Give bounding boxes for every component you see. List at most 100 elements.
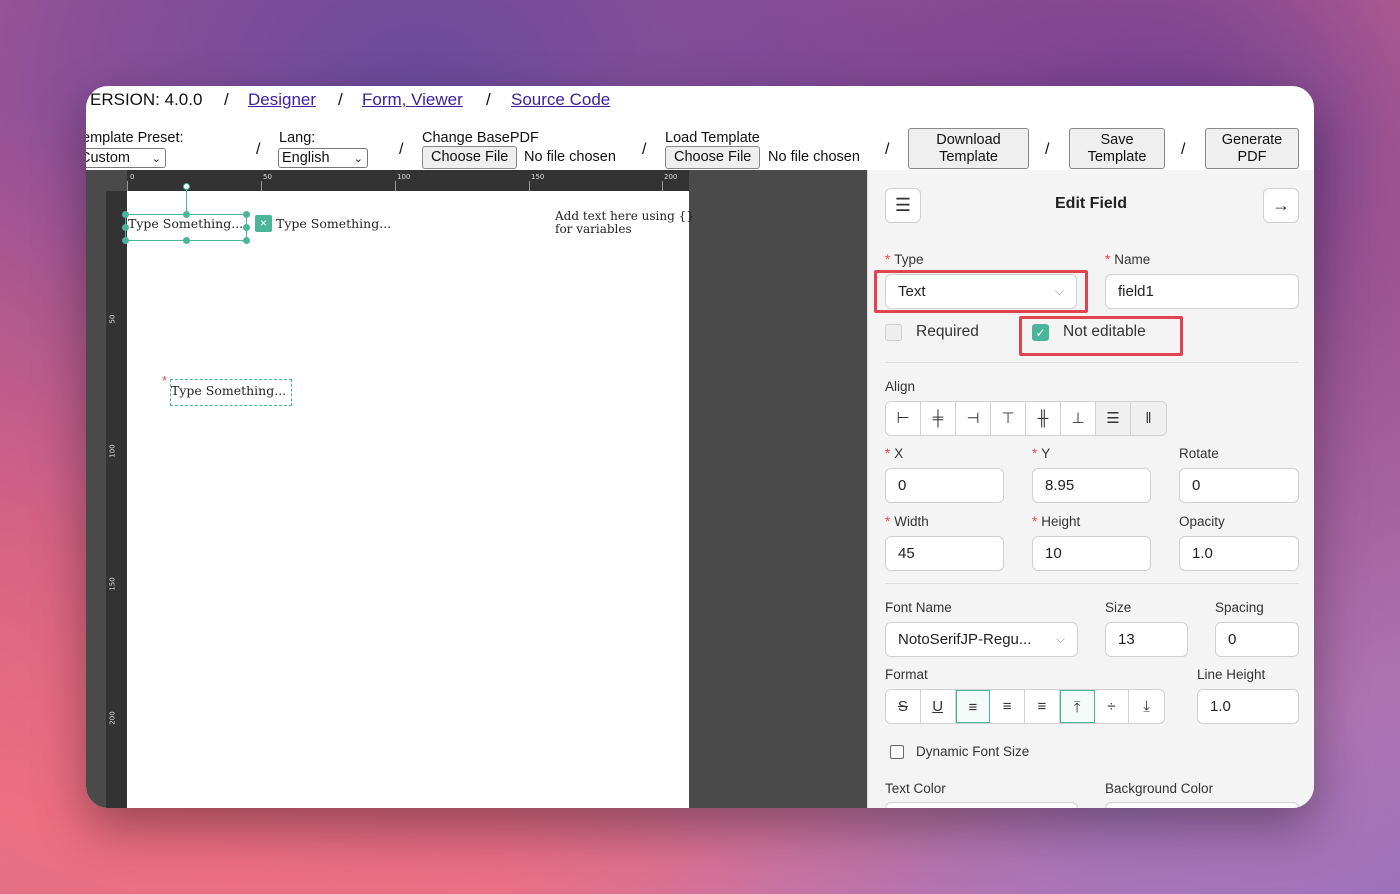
align-middle-vertical-icon[interactable]: ╫: [1026, 402, 1061, 435]
font-name-select[interactable]: NotoSerifJP-Regu... ⌵: [885, 622, 1078, 657]
spacing-label: Spacing: [1215, 600, 1264, 615]
ruler-tick: [662, 181, 663, 191]
text-color-picker[interactable]: [885, 802, 1078, 808]
resize-handle[interactable]: [243, 211, 250, 218]
basepdf-file-status: No file chosen: [524, 149, 616, 165]
opacity-input[interactable]: 1.0: [1179, 536, 1299, 571]
chevron-down-icon: ⌄: [151, 153, 161, 165]
ruler-top: 0 50 100 150 200: [127, 170, 689, 191]
format-label: Format: [885, 667, 928, 682]
vertical-align-middle-icon[interactable]: ÷: [1095, 690, 1130, 723]
template-choose-file-button[interactable]: Choose File: [665, 146, 761, 169]
rotate-handle[interactable]: [183, 183, 190, 190]
line-height-input[interactable]: 1.0: [1197, 689, 1299, 724]
template-file-status: No file chosen: [768, 149, 860, 165]
type-label: * Type: [885, 252, 924, 267]
x-label: * X: [885, 446, 904, 461]
y-label: * Y: [1032, 446, 1051, 461]
x-input[interactable]: 0: [885, 468, 1004, 503]
load-template-label: Load Template: [665, 130, 760, 146]
y-input[interactable]: 8.95: [1032, 468, 1151, 503]
align-center-horizontal-icon[interactable]: ╪: [921, 402, 956, 435]
spacing-input[interactable]: 0: [1215, 622, 1299, 657]
app-window: ERSION: 4.0.0 / Designer / Form, Viewer …: [86, 86, 1314, 808]
size-input[interactable]: 13: [1105, 622, 1188, 657]
version-label: ERSION: 4.0.0: [90, 90, 203, 109]
ruler-tick: [261, 181, 262, 191]
divider: [885, 583, 1299, 584]
highlight-annotation: [874, 270, 1088, 313]
panel-title: Edit Field: [1055, 195, 1127, 212]
font-name-value: NotoSerifJP-Regu...: [898, 631, 1032, 648]
lang-label: Lang:: [279, 130, 316, 146]
width-input[interactable]: 45: [885, 536, 1004, 571]
nav-separator: /: [224, 90, 229, 109]
basepdf-choose-file-button[interactable]: Choose File: [422, 146, 518, 169]
resize-handle[interactable]: [243, 224, 250, 231]
top-nav: ERSION: 4.0.0 / Designer / Form, Viewer …: [86, 86, 1314, 114]
ruler-label: 200: [664, 173, 678, 181]
underline-icon[interactable]: U: [921, 690, 956, 723]
arrow-right-icon[interactable]: →: [1263, 188, 1299, 223]
vertical-align-bottom-icon[interactable]: ⤓: [1129, 690, 1164, 723]
align-top-icon[interactable]: ⊤: [991, 402, 1026, 435]
font-name-label: Font Name: [885, 600, 952, 615]
vertical-align-top-icon[interactable]: ⤒: [1059, 690, 1095, 723]
required-checkbox[interactable]: [885, 324, 902, 341]
field2-text[interactable]: Type Something...: [276, 216, 391, 231]
text-align-center-icon[interactable]: ≡: [990, 690, 1025, 723]
opacity-label: Opacity: [1179, 514, 1225, 529]
toolbar-separator: /: [399, 141, 404, 158]
toolbar-separator: /: [1181, 141, 1186, 158]
size-label: Size: [1105, 600, 1132, 615]
dynamic-font-size-label: Dynamic Font Size: [916, 744, 1030, 759]
template-preset-select[interactable]: Custom ⌄: [86, 148, 166, 168]
form-viewer-link[interactable]: Form, Viewer: [362, 90, 463, 110]
align-button-group: ⊢ ╪ ⊣ ⊤ ╫ ⊥ ☰ ‖: [885, 401, 1167, 436]
resize-handle[interactable]: [122, 237, 129, 244]
save-template-button[interactable]: Save Template: [1069, 128, 1165, 169]
dynamic-font-size-checkbox[interactable]: [890, 745, 904, 759]
ruler-label: 100: [397, 173, 411, 181]
pdf-page[interactable]: Type Something... × Type Something... Ad…: [122, 183, 694, 808]
lang-select[interactable]: English ⌄: [278, 148, 368, 168]
required-marker: *: [162, 373, 168, 388]
height-input[interactable]: 10: [1032, 536, 1151, 571]
width-label: * Width: [885, 514, 929, 529]
ruler-label: 100: [108, 444, 117, 458]
name-input[interactable]: field1: [1105, 274, 1299, 309]
text-align-left-icon[interactable]: ≡: [955, 690, 991, 723]
ruler-tick: [529, 181, 530, 191]
bg-color-label: Background Color: [1105, 781, 1214, 796]
rotate-input[interactable]: 0: [1179, 468, 1299, 503]
strikethrough-icon[interactable]: S: [886, 690, 921, 723]
align-right-icon[interactable]: ⊣: [956, 402, 991, 435]
distribute-horizontal-icon[interactable]: ‖: [1131, 402, 1166, 435]
name-label: * Name: [1105, 252, 1151, 267]
bg-color-picker[interactable]: [1105, 802, 1299, 808]
field1-text[interactable]: Type Something...: [128, 216, 243, 231]
rotate-handle-line: [186, 187, 187, 214]
resize-handle[interactable]: [183, 237, 190, 244]
line-height-label: Line Height: [1197, 667, 1266, 682]
field3-text[interactable]: Type Something...: [171, 383, 286, 398]
ruler-left: 50 100 150 200: [106, 191, 127, 808]
resize-handle[interactable]: [243, 237, 250, 244]
template-preset-value: Custom: [86, 150, 130, 166]
align-left-icon[interactable]: ⊢: [886, 402, 921, 435]
required-checkbox-label: Required: [916, 323, 979, 340]
edit-field-panel: ☰ Edit Field → * Type Text ⌵ * Name field1…: [867, 170, 1314, 808]
align-bottom-icon[interactable]: ⊥: [1061, 402, 1096, 435]
text-align-right-icon[interactable]: ≡: [1025, 690, 1060, 723]
source-code-link[interactable]: Source Code: [511, 90, 610, 110]
download-template-button[interactable]: Download Template: [908, 128, 1029, 169]
generate-pdf-button[interactable]: Generate PDF: [1205, 128, 1299, 169]
nav-separator: /: [486, 90, 491, 109]
text-color-label: Text Color: [885, 781, 946, 796]
placeholder-line2: for variables: [555, 222, 632, 236]
remove-field-icon[interactable]: ×: [255, 215, 272, 232]
designer-link[interactable]: Designer: [248, 90, 316, 110]
ruler-label: 150: [108, 577, 117, 591]
ruler-label: 50: [108, 314, 117, 324]
distribute-vertical-icon[interactable]: ☰: [1096, 402, 1131, 435]
